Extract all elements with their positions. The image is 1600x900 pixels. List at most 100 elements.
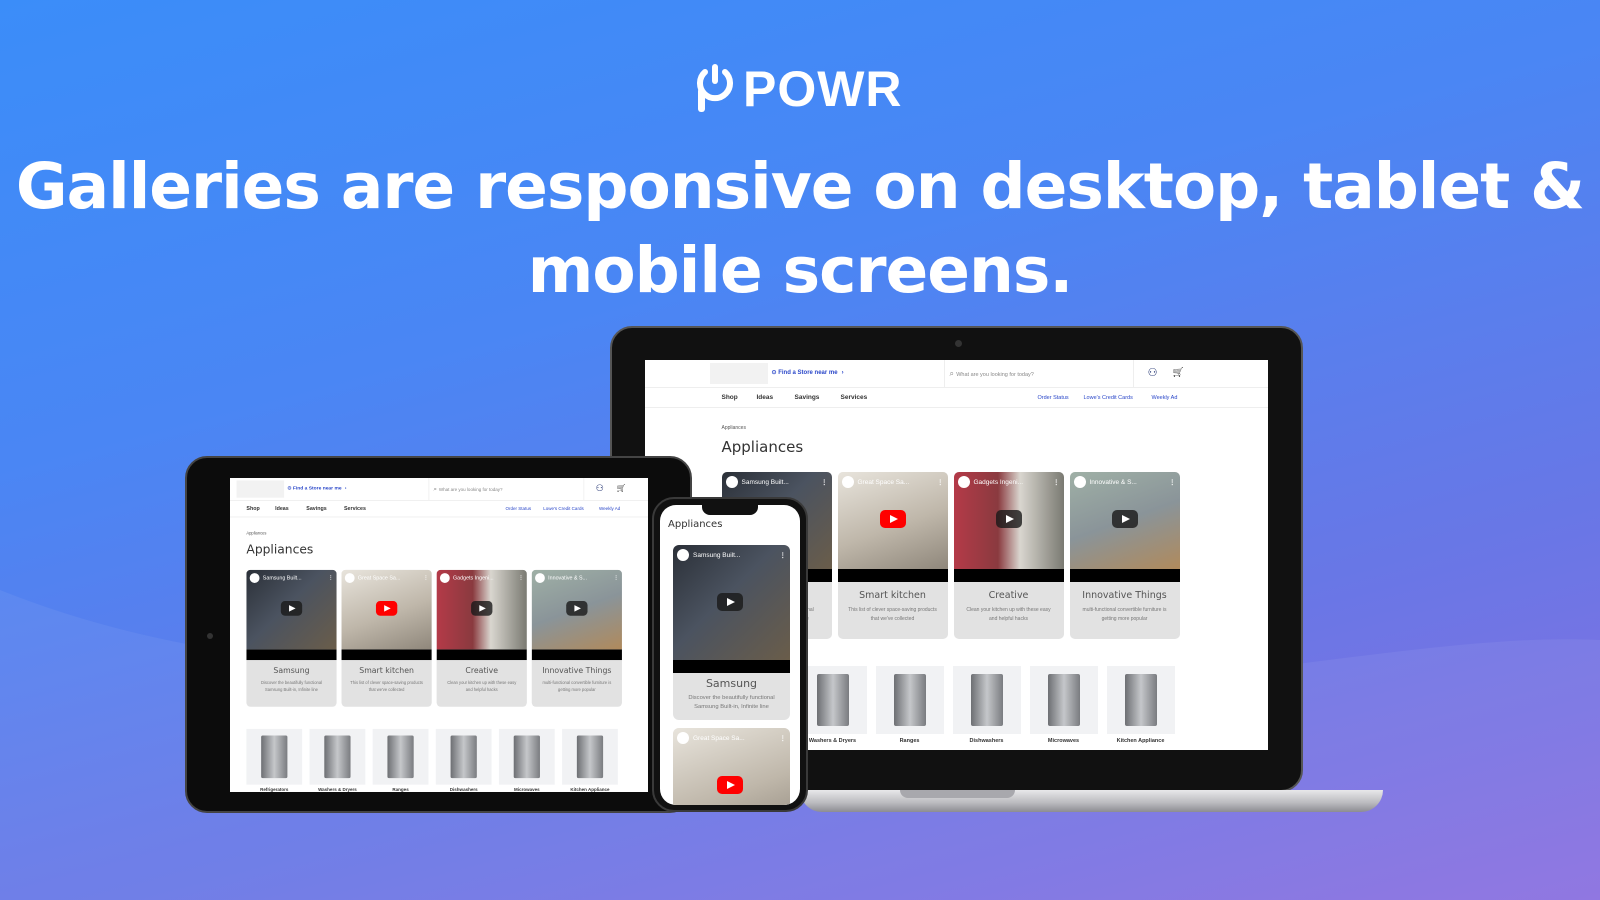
video-bar: [531, 649, 622, 661]
category-label[interactable]: Ranges: [373, 788, 429, 792]
category-label[interactable]: Kitchen Appliance: [1107, 738, 1175, 744]
more-options-icon[interactable]: ⋮: [423, 575, 428, 582]
category-tile[interactable]: Microwaves: [498, 728, 555, 792]
cart-icon[interactable]: 🛒: [1172, 366, 1186, 380]
gallery-card[interactable]: Innovative & S... ⋮ Innovative Things multi…: [1069, 472, 1180, 639]
card-description: Clean your kitchen up with these easy an…: [447, 680, 517, 693]
more-options-icon[interactable]: ⋮: [1169, 478, 1176, 486]
header-link[interactable]: Order Status: [1038, 395, 1069, 401]
category-tile[interactable]: Microwaves: [1029, 666, 1098, 744]
play-button[interactable]: [280, 601, 303, 616]
play-button[interactable]: [995, 510, 1022, 528]
header-link[interactable]: Lowe's Credit Cards: [543, 507, 583, 512]
cart-icon[interactable]: 🛒: [615, 483, 626, 494]
gallery-card[interactable]: Samsung Built... ⋮ Samsung Discover the bea…: [246, 569, 337, 707]
category-image[interactable]: [372, 728, 429, 785]
gallery-card[interactable]: Samsung Built... ⋮ Samsung Discover the bea…: [673, 545, 790, 720]
page-title: Appliances: [721, 438, 804, 456]
category-label[interactable]: Washers & Dryers: [799, 738, 867, 744]
category-label[interactable]: Washers & Dryers: [310, 788, 366, 792]
category-image[interactable]: [562, 728, 618, 785]
header-link[interactable]: Weekly Ad: [599, 507, 620, 512]
video-thumbnail[interactable]: Great Space Sa... ⋮: [837, 472, 948, 569]
category-tile[interactable]: Dishwashers: [952, 666, 1021, 744]
video-thumbnail[interactable]: Innovative & S... ⋮: [531, 569, 622, 650]
category-image[interactable]: [1106, 666, 1175, 734]
account-icon[interactable]: ⚇: [1146, 366, 1160, 380]
nav-item-ideas[interactable]: Ideas: [275, 506, 289, 512]
category-tile[interactable]: Ranges: [372, 728, 429, 792]
find-store-link[interactable]: ⊙ Find a Store near me ›: [772, 369, 844, 376]
category-tile[interactable]: Dishwashers: [435, 728, 492, 792]
site-logo[interactable]: [709, 363, 768, 384]
nav-item-shop[interactable]: Shop: [722, 394, 738, 401]
category-label[interactable]: Dishwashers: [436, 788, 492, 792]
play-button[interactable]: [717, 776, 743, 794]
category-image[interactable]: [309, 728, 366, 785]
category-image[interactable]: [798, 666, 867, 734]
breadcrumb[interactable]: Appliances: [246, 531, 266, 536]
header-link[interactable]: Order Status: [506, 507, 532, 512]
category-tile[interactable]: Washers & Dryers: [309, 728, 366, 792]
category-tile[interactable]: Ranges: [875, 666, 944, 744]
find-store-link[interactable]: ⊙ Find a Store near me ›: [287, 485, 346, 491]
video-thumbnail[interactable]: Samsung Built... ⋮: [246, 569, 337, 650]
gallery-card[interactable]: Great Space Sa...⋮Smart kitchenThis list…: [673, 728, 790, 805]
header-link[interactable]: Weekly Ad: [1152, 395, 1178, 401]
play-button[interactable]: [471, 601, 493, 616]
category-label[interactable]: Microwaves: [1030, 738, 1098, 744]
header-container: ⊙ Find a Store near me › ⌕ What are you lo…: [236, 478, 631, 501]
video-thumbnail[interactable]: Innovative & S... ⋮: [1069, 472, 1180, 569]
play-button[interactable]: [375, 601, 398, 616]
search-input[interactable]: ⌕ What are you looking for today?: [943, 360, 1134, 387]
category-label[interactable]: Refrigerators: [246, 788, 302, 792]
account-icon[interactable]: ⚇: [594, 483, 605, 494]
more-options-icon[interactable]: ⋮: [821, 478, 828, 486]
gallery-card[interactable]: Gadgets Ingeni... ⋮ Creative Clean your kit…: [953, 472, 1064, 639]
category-image[interactable]: [1029, 666, 1098, 734]
category-tile[interactable]: Washers & Dryers: [798, 666, 867, 744]
category-image[interactable]: [952, 666, 1021, 734]
more-options-icon[interactable]: ⋮: [780, 734, 787, 742]
category-label[interactable]: Dishwashers: [953, 738, 1021, 744]
video-thumbnail[interactable]: Samsung Built... ⋮: [673, 545, 790, 660]
more-options-icon[interactable]: ⋮: [518, 575, 523, 582]
video-thumbnail[interactable]: Gadgets Ingeni... ⋮: [436, 569, 527, 650]
breadcrumb[interactable]: Appliances: [722, 425, 746, 431]
more-options-icon[interactable]: ⋮: [613, 575, 618, 582]
category-tile[interactable]: Kitchen Appliance: [1106, 666, 1175, 744]
more-options-icon[interactable]: ⋮: [328, 575, 333, 582]
site-logo[interactable]: [236, 480, 285, 498]
category-label[interactable]: Ranges: [876, 738, 944, 744]
video-thumbnail[interactable]: Gadgets Ingeni... ⋮: [953, 472, 1064, 569]
category-image[interactable]: [435, 728, 492, 785]
category-tile[interactable]: Kitchen Appliance: [562, 728, 618, 792]
play-button[interactable]: [879, 510, 906, 528]
more-options-icon[interactable]: ⋮: [937, 478, 944, 486]
gallery-card[interactable]: Great Space Sa...⋮Smart kitchenThis list…: [837, 472, 948, 639]
gallery-card[interactable]: Great Space Sa...⋮Smart kitchenThis list…: [341, 569, 432, 707]
nav-item-services[interactable]: Services: [344, 506, 366, 512]
nav-item-shop[interactable]: Shop: [246, 506, 259, 512]
video-thumbnail[interactable]: Great Space Sa... ⋮: [673, 728, 790, 805]
category-image[interactable]: [246, 728, 303, 785]
more-options-icon[interactable]: ⋮: [780, 551, 787, 559]
nav-item-savings[interactable]: Savings: [795, 394, 820, 401]
search-input[interactable]: ⌕ What are you looking for today?: [428, 478, 585, 501]
category-image[interactable]: [875, 666, 944, 734]
category-tile[interactable]: Refrigerators: [246, 728, 303, 792]
category-label[interactable]: Kitchen Appliance: [562, 788, 618, 792]
nav-item-ideas[interactable]: Ideas: [757, 394, 774, 401]
play-button[interactable]: [717, 593, 743, 611]
category-image[interactable]: [498, 728, 555, 785]
gallery-card[interactable]: Gadgets Ingeni... ⋮ Creative Clean your kit…: [436, 569, 527, 707]
play-button[interactable]: [1111, 510, 1138, 528]
video-thumbnail[interactable]: Great Space Sa... ⋮: [341, 569, 432, 650]
nav-item-savings[interactable]: Savings: [306, 506, 326, 512]
gallery-card[interactable]: Innovative & S... ⋮ Innovative Things multi…: [531, 569, 622, 707]
play-button[interactable]: [566, 601, 588, 616]
header-link[interactable]: Lowe's Credit Cards: [1084, 395, 1133, 401]
more-options-icon[interactable]: ⋮: [1053, 478, 1060, 486]
nav-item-services[interactable]: Services: [841, 394, 868, 401]
category-label[interactable]: Microwaves: [499, 788, 555, 792]
